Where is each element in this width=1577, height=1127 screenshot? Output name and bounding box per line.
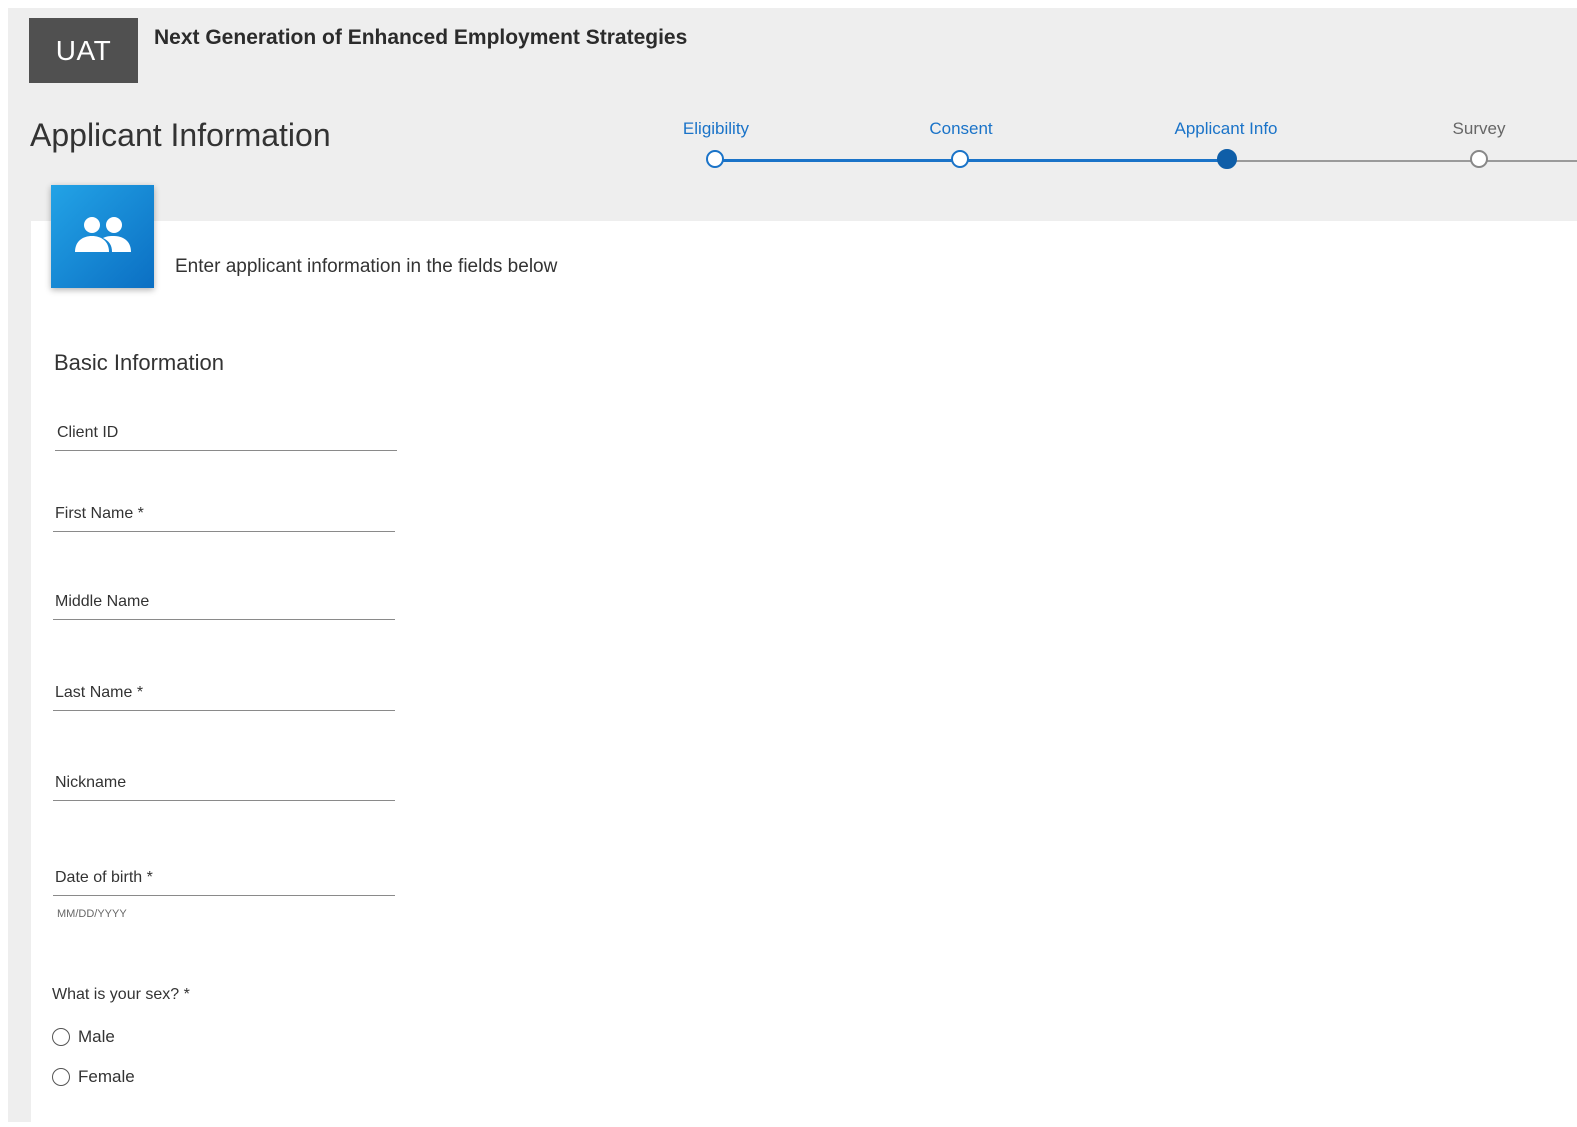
step-applicant-info[interactable]: Applicant Info bbox=[1174, 119, 1277, 139]
radio-button-icon[interactable] bbox=[52, 1068, 70, 1086]
people-icon bbox=[74, 216, 131, 252]
client-id-field[interactable] bbox=[55, 416, 397, 451]
step-eligibility-node[interactable] bbox=[706, 150, 724, 168]
step-survey: Survey bbox=[1452, 119, 1506, 138]
form-intro-text: Enter applicant information in the field… bbox=[175, 256, 558, 277]
nickname-input[interactable] bbox=[53, 766, 395, 800]
form-card bbox=[31, 221, 1577, 1122]
radio-option-male[interactable]: Male bbox=[52, 1027, 115, 1047]
stepper-connector bbox=[1479, 160, 1577, 162]
step-survey-node bbox=[1470, 150, 1488, 168]
middle-name-input[interactable] bbox=[53, 585, 395, 619]
step-applicant-info-node[interactable] bbox=[1217, 149, 1237, 169]
first-name-input[interactable] bbox=[53, 497, 395, 531]
radio-option-female[interactable]: Female bbox=[52, 1067, 135, 1087]
step-eligibility[interactable]: Eligibility bbox=[683, 119, 749, 139]
radio-button-icon[interactable] bbox=[52, 1028, 70, 1046]
section-title-basic-info: Basic Information bbox=[54, 350, 224, 375]
people-icon-tile bbox=[51, 185, 154, 288]
step-consent-node[interactable] bbox=[951, 150, 969, 168]
last-name-input[interactable] bbox=[53, 676, 395, 710]
nickname-field[interactable] bbox=[53, 766, 395, 801]
last-name-field[interactable] bbox=[53, 676, 395, 711]
middle-name-field[interactable] bbox=[53, 585, 395, 620]
radio-label-female: Female bbox=[78, 1067, 135, 1086]
date-of-birth-field[interactable] bbox=[53, 861, 395, 896]
radio-label-male: Male bbox=[78, 1027, 115, 1046]
date-format-hint: MM/DD/YYYY bbox=[57, 908, 127, 920]
date-of-birth-input[interactable] bbox=[53, 861, 395, 895]
first-name-field[interactable] bbox=[53, 497, 395, 532]
stepper-connector bbox=[715, 159, 960, 162]
client-id-input[interactable] bbox=[55, 416, 397, 450]
sex-question-label: What is your sex? * bbox=[52, 986, 190, 1003]
step-consent[interactable]: Consent bbox=[929, 119, 992, 139]
progress-stepper: Eligibility Consent Applicant Info Surve… bbox=[0, 0, 1577, 200]
stepper-connector bbox=[1227, 160, 1479, 162]
stepper-connector bbox=[960, 159, 1227, 162]
